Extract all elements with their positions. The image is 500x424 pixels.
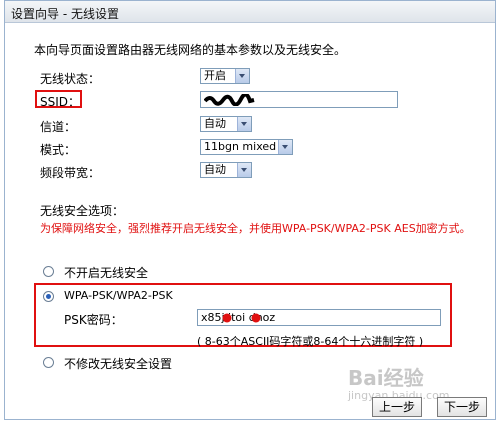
chevron-down-icon xyxy=(278,140,292,154)
psk-password-input[interactable]: x85j itoi dnoz xyxy=(197,309,441,326)
watermark-text: Bai经验 xyxy=(348,366,424,390)
security-warning: 为保障网络安全，强烈推荐开启无线安全，并使用WPA-PSK/WPA2-PSK A… xyxy=(40,222,471,235)
radio-keep-security-label: 不修改无线安全设置 xyxy=(64,357,173,371)
bandwidth-value: 自动 xyxy=(204,163,226,176)
wireless-status-label: 无线状态： xyxy=(40,72,101,86)
radio-keep-security[interactable] xyxy=(43,357,54,368)
prev-button[interactable]: 上一步 xyxy=(372,397,422,417)
channel-select[interactable]: 自动 xyxy=(200,116,252,132)
radio-wpa-psk-label: WPA-PSK/WPA2-PSK xyxy=(64,289,173,302)
psk-redaction-dots xyxy=(222,313,261,323)
next-button[interactable]: 下一步 xyxy=(437,397,487,417)
ssid-input[interactable] xyxy=(200,91,398,108)
wireless-status-select[interactable]: 开启 xyxy=(200,68,250,84)
intro-text: 本向导页面设置路由器无线网络的基本参数以及无线安全。 xyxy=(34,43,347,57)
channel-value: 自动 xyxy=(204,117,226,130)
bandwidth-select[interactable]: 自动 xyxy=(200,162,252,178)
chevron-down-icon xyxy=(237,163,251,177)
mode-label: 模式： xyxy=(40,143,77,157)
mode-value: 11bgn mixed xyxy=(204,140,277,153)
title-bar: 设置向导 - 无线设置 xyxy=(5,1,495,23)
radio-wpa-psk[interactable] xyxy=(43,291,54,302)
mode-select[interactable]: 11bgn mixed xyxy=(200,139,293,155)
chevron-down-icon xyxy=(237,117,251,131)
channel-label: 信道： xyxy=(40,120,77,134)
watermark: Bai经验 jingyan.baidu.com xyxy=(348,362,450,402)
psk-password-label: PSK密码： xyxy=(64,313,123,327)
wireless-status-value: 开启 xyxy=(204,69,226,82)
chevron-down-icon xyxy=(235,69,249,83)
security-title: 无线安全选项： xyxy=(40,204,125,218)
ssid-redaction-scribble xyxy=(204,94,255,106)
radio-no-security[interactable] xyxy=(43,266,54,277)
ssid-label: SSID： xyxy=(40,95,81,109)
bandwidth-label: 频段带宽： xyxy=(40,166,101,180)
psk-hint: ( 8-63个ASCII码字符或8-64个十六进制字符 ) xyxy=(197,335,424,348)
window-title: 设置向导 - 无线设置 xyxy=(11,7,119,21)
radio-no-security-label: 不开启无线安全 xyxy=(64,266,149,280)
